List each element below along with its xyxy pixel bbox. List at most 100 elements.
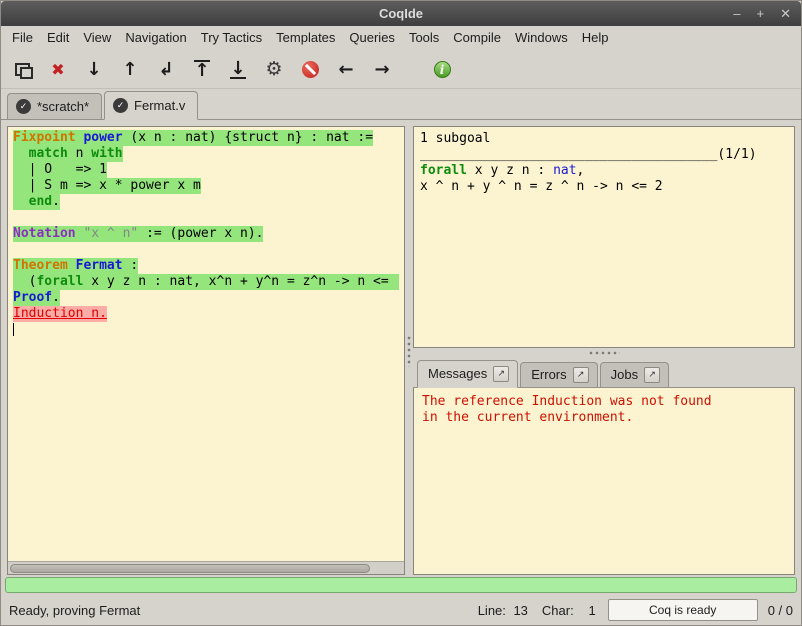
code-token: Theorem — [13, 258, 68, 273]
code-token — [68, 258, 76, 273]
up-arrow-icon[interactable]: ↑ — [119, 59, 141, 81]
horizontal-scrollbar[interactable] — [8, 561, 404, 574]
code-token: 1 subgoal — [420, 131, 490, 146]
message-tabs: Messages↗ Errors ↗ Jobs ↗ — [413, 358, 795, 388]
return-arrow-icon[interactable]: ↲ — [155, 59, 177, 81]
code-token: Induction n. — [13, 306, 107, 321]
tab-label: Errors — [531, 367, 566, 382]
message-notebook: Messages↗ Errors ↗ Jobs ↗ The reference Indu… — [413, 358, 795, 575]
code-token: , — [577, 163, 585, 178]
toolbar: ✖ ↓ ↑ ↲ ↑ ↓ ⚙ ← → i — [1, 51, 801, 89]
check-circle-icon: ✓ — [113, 98, 128, 113]
code-token: (x n : nat) {struct n} : nat := — [123, 130, 373, 145]
tab-jobs[interactable]: Jobs ↗ — [600, 362, 669, 387]
script-line — [13, 322, 399, 338]
cross-icon[interactable]: ✖ — [47, 59, 69, 81]
code-token: := (power x n). — [138, 226, 263, 241]
code-token: | O => 1 — [13, 162, 107, 177]
menu-item-compile[interactable]: Compile — [446, 26, 508, 51]
menu-item-navigation[interactable]: Navigation — [118, 26, 193, 51]
window-icon[interactable] — [11, 59, 33, 81]
up-arrow-bar-icon: ↑ — [194, 60, 209, 79]
code-token: nat — [553, 163, 576, 178]
script-line — [13, 242, 399, 258]
menu-item-file[interactable]: File — [5, 26, 40, 51]
code-token: ( — [13, 274, 36, 289]
left-arrow-icon: ← — [338, 61, 353, 78]
char-label: Char: — [542, 603, 574, 618]
menu-item-view[interactable]: View — [76, 26, 118, 51]
code-token: in the current environment. — [422, 410, 633, 425]
tab-scratch[interactable]: ✓*scratch* — [7, 93, 102, 119]
right-column: 1 subgoal_______________________________… — [413, 126, 795, 575]
code-token: end — [29, 194, 52, 209]
coq-state-box: Coq is ready — [608, 599, 758, 621]
left-arrow-icon[interactable]: ← — [335, 59, 357, 81]
grip-icon — [588, 351, 620, 355]
menu-item-windows[interactable]: Windows — [508, 26, 575, 51]
tab-label: Fermat.v — [134, 98, 185, 113]
menu-item-queries[interactable]: Queries — [342, 26, 402, 51]
menu-item-help[interactable]: Help — [575, 26, 616, 51]
script-line: Fixpoint power (x n : nat) {struct n} : … — [13, 130, 399, 146]
main-split: Fixpoint power (x n : nat) {struct n} : … — [1, 120, 801, 575]
tab-fermat-v[interactable]: ✓ Fermat.v — [104, 91, 198, 120]
close-button[interactable]: ✕ — [780, 1, 791, 26]
code-token: forall — [36, 274, 83, 289]
minimize-button[interactable]: – — [733, 1, 740, 26]
message-line: in the current environment. — [422, 410, 786, 426]
script-line: Induction n. — [13, 306, 399, 322]
down-arrow-bar-icon[interactable]: ↓ — [227, 59, 249, 81]
code-token: x ^ n + y ^ n = z ^ n -> n <= 2 — [420, 179, 663, 194]
goal-line: forall x y z n : nat, — [420, 163, 788, 179]
messages-pane[interactable]: The reference Induction was not foundin … — [413, 388, 795, 575]
menu-item-edit[interactable]: Edit — [40, 26, 76, 51]
info-icon[interactable]: i — [431, 59, 453, 81]
no-entry-icon[interactable] — [299, 59, 321, 81]
tab-messages[interactable]: Messages↗ — [417, 360, 518, 388]
menu-item-tools[interactable]: Tools — [402, 26, 446, 51]
char-value: 1 — [574, 603, 596, 618]
down-arrow-icon[interactable]: ↓ — [83, 59, 105, 81]
detach-icon[interactable]: ↗ — [573, 367, 589, 383]
status-message: Ready, proving Fermat — [9, 603, 140, 618]
goals-pane[interactable]: 1 subgoal_______________________________… — [413, 126, 795, 348]
detach-icon[interactable]: ↗ — [644, 367, 660, 383]
up-arrow-bar-icon[interactable]: ↑ — [191, 59, 213, 81]
gear-icon[interactable]: ⚙ — [263, 59, 285, 81]
code-token: : — [123, 258, 139, 273]
scrollbar-handle[interactable] — [10, 564, 370, 573]
script-line: | O => 1 — [13, 162, 399, 178]
script-line: end. — [13, 194, 399, 210]
info-icon: i — [434, 61, 451, 78]
coq-state-text: Coq is ready — [649, 603, 716, 617]
script-line: | S m => x * power x m — [13, 178, 399, 194]
down-arrow-icon: ↓ — [86, 61, 101, 78]
message-line: The reference Induction was not found — [422, 394, 786, 410]
code-token: forall — [420, 163, 467, 178]
right-arrow-icon: → — [374, 61, 389, 78]
script-line: (forall x y z n : nat, x^n + y^n = z^n -… — [13, 274, 399, 290]
text-cursor — [13, 323, 14, 336]
code-token: Proof — [13, 290, 52, 305]
buffer-tabs: ✓*scratch* ✓ Fermat.v — [1, 89, 801, 120]
script-editor[interactable]: Fixpoint power (x n : nat) {struct n} : … — [8, 127, 404, 561]
horizontal-pane-divider[interactable] — [413, 348, 795, 358]
titlebar[interactable]: CoqIde – + ✕ — [1, 1, 801, 26]
menu-item-try-tactics[interactable]: Try Tactics — [194, 26, 269, 51]
maximize-button[interactable]: + — [757, 1, 765, 26]
vertical-pane-divider[interactable] — [405, 126, 413, 575]
code-token: Fermat — [76, 258, 123, 273]
tab-errors[interactable]: Errors ↗ — [520, 362, 597, 387]
script-line: Theorem Fermat : — [13, 258, 399, 274]
code-token: match — [29, 146, 68, 161]
right-arrow-icon[interactable]: → — [371, 59, 393, 81]
code-token: power — [83, 130, 122, 145]
script-line: Notation "x ^ n" := (power x n). — [13, 226, 399, 242]
tab-label: Jobs — [611, 367, 638, 382]
cross-icon: ✖ — [51, 61, 64, 78]
goal-counter: 0 / 0 — [768, 603, 793, 618]
menu-item-templates[interactable]: Templates — [269, 26, 342, 51]
detach-icon[interactable]: ↗ — [493, 366, 509, 382]
menubar: FileEditViewNavigationTry TacticsTemplat… — [1, 26, 801, 51]
